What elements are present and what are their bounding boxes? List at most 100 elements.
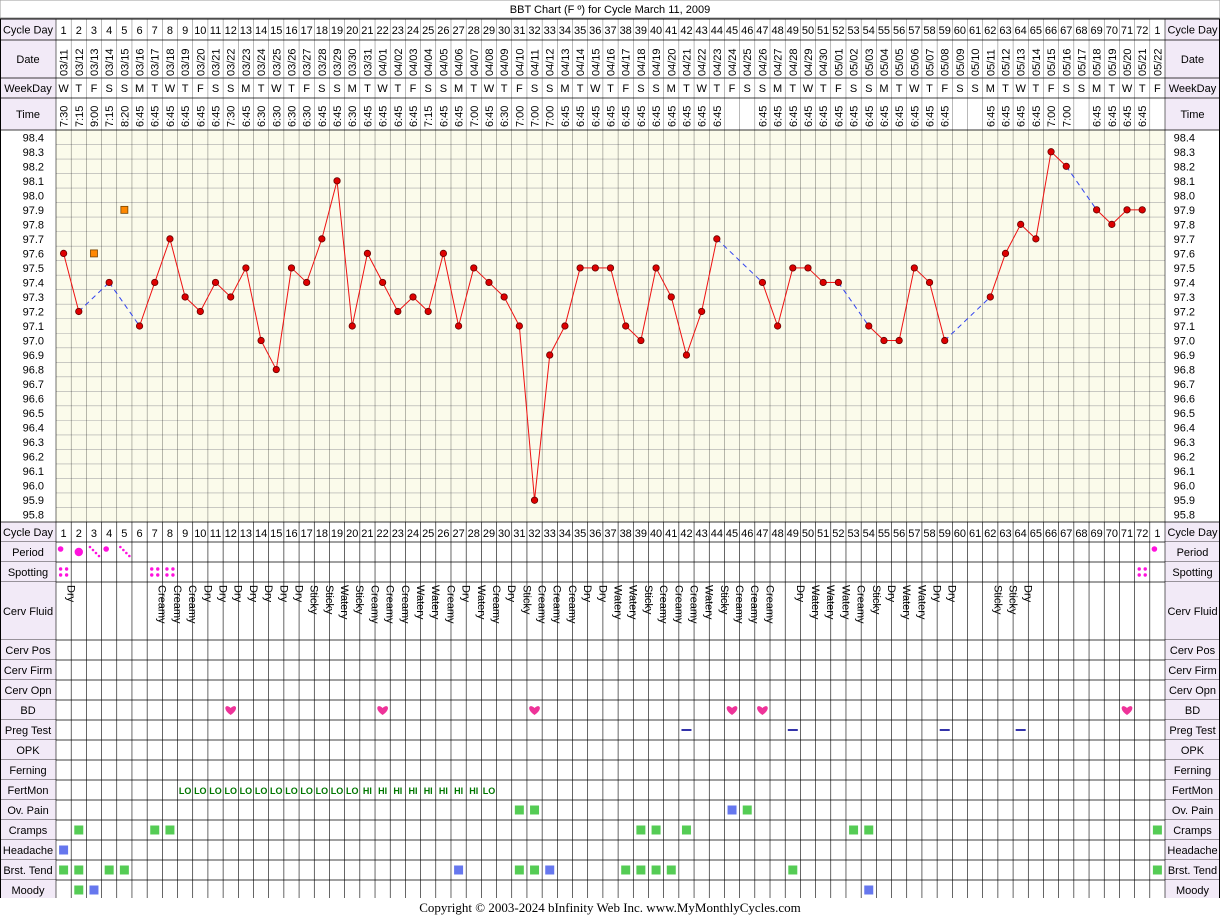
cerv-fluid-label: Creamy: [566, 585, 578, 624]
time-label: 6:45: [438, 106, 450, 127]
row-label-left-weekday: WeekDay: [4, 83, 52, 95]
cycle-day-label: 43: [696, 25, 708, 37]
cycle-day-label: 51: [817, 25, 829, 37]
cycle-day-label: 21: [361, 25, 373, 37]
time-label: 7:00: [530, 106, 542, 127]
fertmon-reading: HI: [439, 786, 448, 796]
cycle-day-label: 15: [270, 25, 282, 37]
brst-tend-marker: [530, 865, 540, 875]
temp-point: [652, 264, 660, 272]
y-tick-label-right: 98.2: [1174, 161, 1195, 173]
time-label: 6:45: [849, 106, 861, 127]
cycle-day-label: 29: [483, 25, 495, 37]
weekday-label: S: [759, 83, 766, 95]
cerv-fluid-label: Creamy: [536, 585, 548, 624]
time-label: 6:45: [621, 106, 633, 127]
date-label: 04/04: [423, 48, 435, 76]
y-tick-label-right: 97.4: [1174, 277, 1195, 289]
row-label-left-moody: Moody: [11, 885, 45, 897]
cycle-day-label: 49: [787, 528, 799, 540]
weekday-label: S: [121, 83, 128, 95]
temp-point: [287, 264, 296, 272]
fertmon-reading: LO: [224, 786, 237, 796]
cycle-day-label: 11: [210, 25, 221, 37]
weekday-label: F: [410, 83, 417, 95]
date-label: 03/17: [150, 48, 162, 76]
cycle-day-label: 33: [544, 25, 556, 37]
cycle-day-label: 66: [1045, 25, 1057, 37]
cycle-day-label: 13: [240, 528, 252, 540]
temp-point: [485, 278, 493, 287]
weekday-label: F: [1154, 83, 1161, 95]
y-tick-label-left: 97.9: [23, 205, 44, 217]
cycle-day-label: 37: [604, 528, 616, 540]
y-tick-label-right: 96.8: [1174, 365, 1195, 377]
y-tick-label-right: 96.0: [1174, 481, 1195, 493]
date-label: 04/13: [560, 48, 572, 76]
weekday-label: W: [165, 83, 176, 95]
time-label: 6:30: [347, 106, 359, 127]
cycle-day-label: 70: [1106, 25, 1118, 37]
y-tick-label-right: 98.1: [1174, 176, 1195, 188]
y-tick-label-right: 96.1: [1174, 466, 1195, 478]
y-tick-label-right: 96.3: [1174, 437, 1195, 449]
cerv-fluid-label: Dry: [946, 585, 958, 603]
row-label-right-ov_pain: Ov. Pain: [1172, 805, 1213, 817]
cerv-fluid-label: Sticky: [323, 585, 335, 615]
cycle-day-label: 30: [498, 528, 510, 540]
date-label: 03/22: [226, 48, 238, 76]
weekday-label: F: [941, 83, 948, 95]
cycle-day-label: 42: [680, 25, 692, 37]
y-tick-label-right: 97.3: [1174, 292, 1195, 304]
y-tick-label-left: 98.3: [23, 147, 44, 159]
temp-point: [515, 322, 523, 330]
cerv-fluid-label: Creamy: [399, 585, 411, 624]
weekday-label: T: [577, 83, 584, 95]
fertmon-reading: HI: [409, 786, 418, 796]
cerv-fluid-label: Watery: [612, 585, 624, 620]
cycle-day-label: 17: [301, 25, 313, 37]
weekday-label: F: [91, 83, 98, 95]
weekday-label: W: [803, 83, 814, 95]
cerv-fluid-label: Creamy: [763, 585, 775, 624]
weekday-label: S: [333, 83, 340, 95]
weekday-label: S: [105, 83, 112, 95]
weekday-label: S: [531, 83, 538, 95]
temp-point: [318, 235, 326, 243]
temp-point: [1001, 249, 1010, 258]
spotting-marker: [64, 567, 69, 571]
cerv-fluid-label: Dry: [885, 585, 897, 603]
y-tick-label-right: 96.4: [1174, 423, 1195, 435]
cycle-day-label: 38: [620, 25, 632, 37]
weekday-label: W: [590, 83, 601, 95]
cycle-day-label: 40: [650, 25, 662, 37]
y-tick-label-right: 95.8: [1174, 510, 1195, 522]
row-label-right-weekday: WeekDay: [1169, 83, 1217, 95]
temp-point: [439, 249, 447, 258]
cycle-day-label: 4: [106, 528, 112, 540]
period-marker: [94, 551, 98, 555]
row-label-right-fertmon: FertMon: [1172, 785, 1213, 797]
spotting-marker: [171, 573, 175, 577]
spotting-marker: [156, 567, 160, 571]
cerv-fluid-label: Watery: [475, 585, 487, 620]
temp-point: [1062, 162, 1070, 170]
y-tick-label-right: 95.9: [1174, 495, 1195, 507]
temp-point: [622, 322, 630, 330]
date-label: 05/05: [894, 48, 906, 76]
temp-point: [667, 293, 675, 301]
cycle-day-label: 64: [1015, 25, 1027, 37]
cerv-fluid-label: Sticky: [870, 585, 882, 615]
weekday-label: W: [1122, 83, 1133, 95]
row-label-left-ov_pain: Ov. Pain: [7, 805, 48, 817]
y-tick-label-left: 97.0: [23, 336, 44, 348]
discarded-temp-marker: [90, 249, 98, 258]
brst-tend-marker: [1152, 865, 1162, 875]
spotting-marker: [58, 573, 63, 577]
cycle-day-label: 22: [376, 25, 388, 37]
row-label-right-cerv_pos: Cerv Pos: [1170, 645, 1216, 657]
row-label-right-ferning: Ferning: [1174, 765, 1211, 777]
fertmon-reading: LO: [255, 786, 268, 796]
time-label: 7:15: [74, 106, 86, 127]
time-label: 6:45: [1000, 106, 1012, 127]
